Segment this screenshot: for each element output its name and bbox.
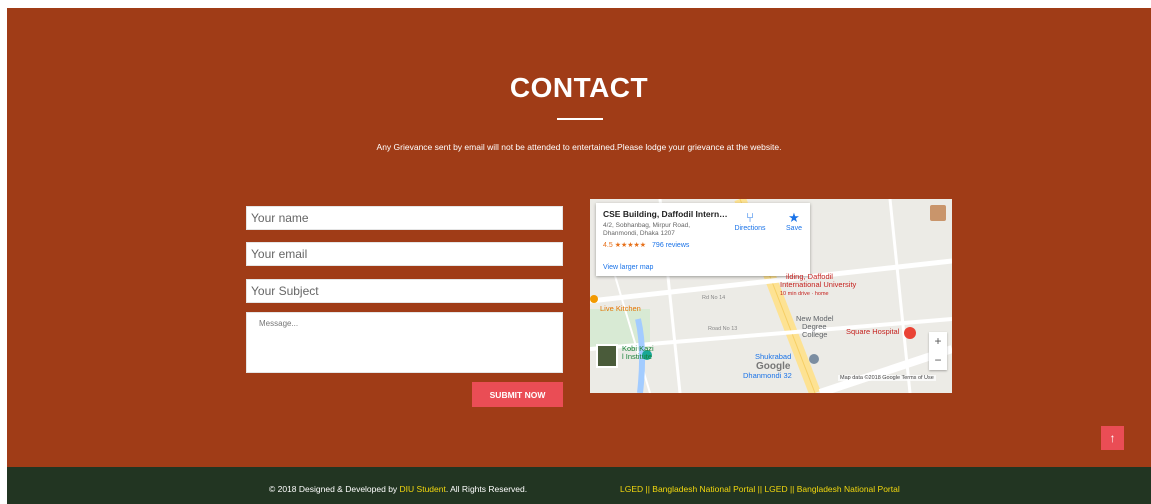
map-attribution[interactable]: Map data ©2018 Google Terms of Use — [838, 375, 936, 381]
name-input[interactable] — [246, 206, 563, 230]
save-button[interactable]: ★ Save — [782, 210, 806, 233]
directions-icon: ⑂ — [746, 210, 754, 225]
place-rating: 4.5 ★★★★★ 796 reviews — [603, 241, 803, 249]
zoom-out-button[interactable]: − — [929, 351, 947, 370]
map-label-road13: Road No 13 — [708, 326, 738, 332]
place-card: CSE Building, Daffodil Internat... 4/2, … — [596, 203, 810, 276]
submit-button[interactable]: SUBMIT NOW — [472, 382, 563, 407]
footer: © 2018 Designed & Developed by DIU Stude… — [7, 467, 1151, 504]
zoom-in-button[interactable]: + — [929, 332, 947, 351]
google-logo: Google — [756, 361, 791, 372]
map-label-live-kitchen: Live Kitchen — [600, 304, 641, 313]
address-line-2: Dhanmondi, Dhaka 1207 — [603, 230, 675, 237]
street-view-pegman-icon[interactable] — [930, 205, 946, 221]
copyright-text: © 2018 Designed & Developed by DIU Stude… — [269, 484, 527, 494]
google-map[interactable]: CSE Building, Daffodil Internat... 4/2, … — [590, 199, 952, 393]
star-icon: ★ — [788, 210, 800, 225]
reviews-link[interactable]: 796 reviews — [652, 242, 689, 249]
place-name: CSE Building, Daffodil Internat... — [603, 209, 731, 219]
map-label-shukrabad: Shukrabad — [755, 352, 792, 361]
map-label-college: College — [802, 330, 828, 339]
map-label-university-2: International University — [780, 280, 857, 289]
message-textarea[interactable] — [246, 312, 563, 373]
map-label-square-hospital: Square Hospital — [846, 327, 900, 336]
directions-label: Directions — [734, 225, 766, 232]
developer-link[interactable]: DIU Student — [400, 484, 446, 494]
copyright-prefix: © 2018 Designed & Developed by — [269, 484, 400, 494]
grievance-notice: Any Grievance sent by email will not be … — [376, 142, 782, 152]
save-label: Save — [786, 225, 802, 232]
map-label-road14: Rd No 14 — [702, 295, 726, 301]
rating-stars: ★★★★★ — [614, 242, 647, 249]
footer-links[interactable]: LGED || Bangladesh National Portal || LG… — [620, 484, 900, 494]
address-line-1: 4/2, Sobhanbag, Mirpur Road, — [603, 222, 691, 229]
contact-section: CONTACT Any Grievance sent by email will… — [7, 8, 1151, 467]
zoom-control: + − — [929, 332, 947, 370]
rating-value: 4.5 — [603, 242, 613, 249]
map-label-drive: 10 min drive · home — [780, 291, 829, 297]
contact-title: CONTACT — [509, 72, 649, 103]
map-label-kobi-2: l Institute — [622, 352, 653, 361]
map-label-dhanmondi: Dhanmondi 32 — [743, 371, 792, 380]
title-divider — [557, 118, 603, 120]
place-address: 4/2, Sobhanbag, Mirpur Road, Dhanmondi, … — [603, 222, 713, 238]
directions-button[interactable]: ⑂ Directions — [733, 210, 767, 233]
view-larger-map-link[interactable]: View larger map — [603, 264, 653, 271]
email-input[interactable] — [246, 242, 563, 266]
back-to-top-button[interactable]: ↑ — [1101, 426, 1124, 450]
satellite-toggle[interactable] — [596, 344, 618, 368]
copyright-suffix: . All Rights Reserved. — [445, 484, 528, 494]
subject-input[interactable] — [246, 279, 563, 303]
